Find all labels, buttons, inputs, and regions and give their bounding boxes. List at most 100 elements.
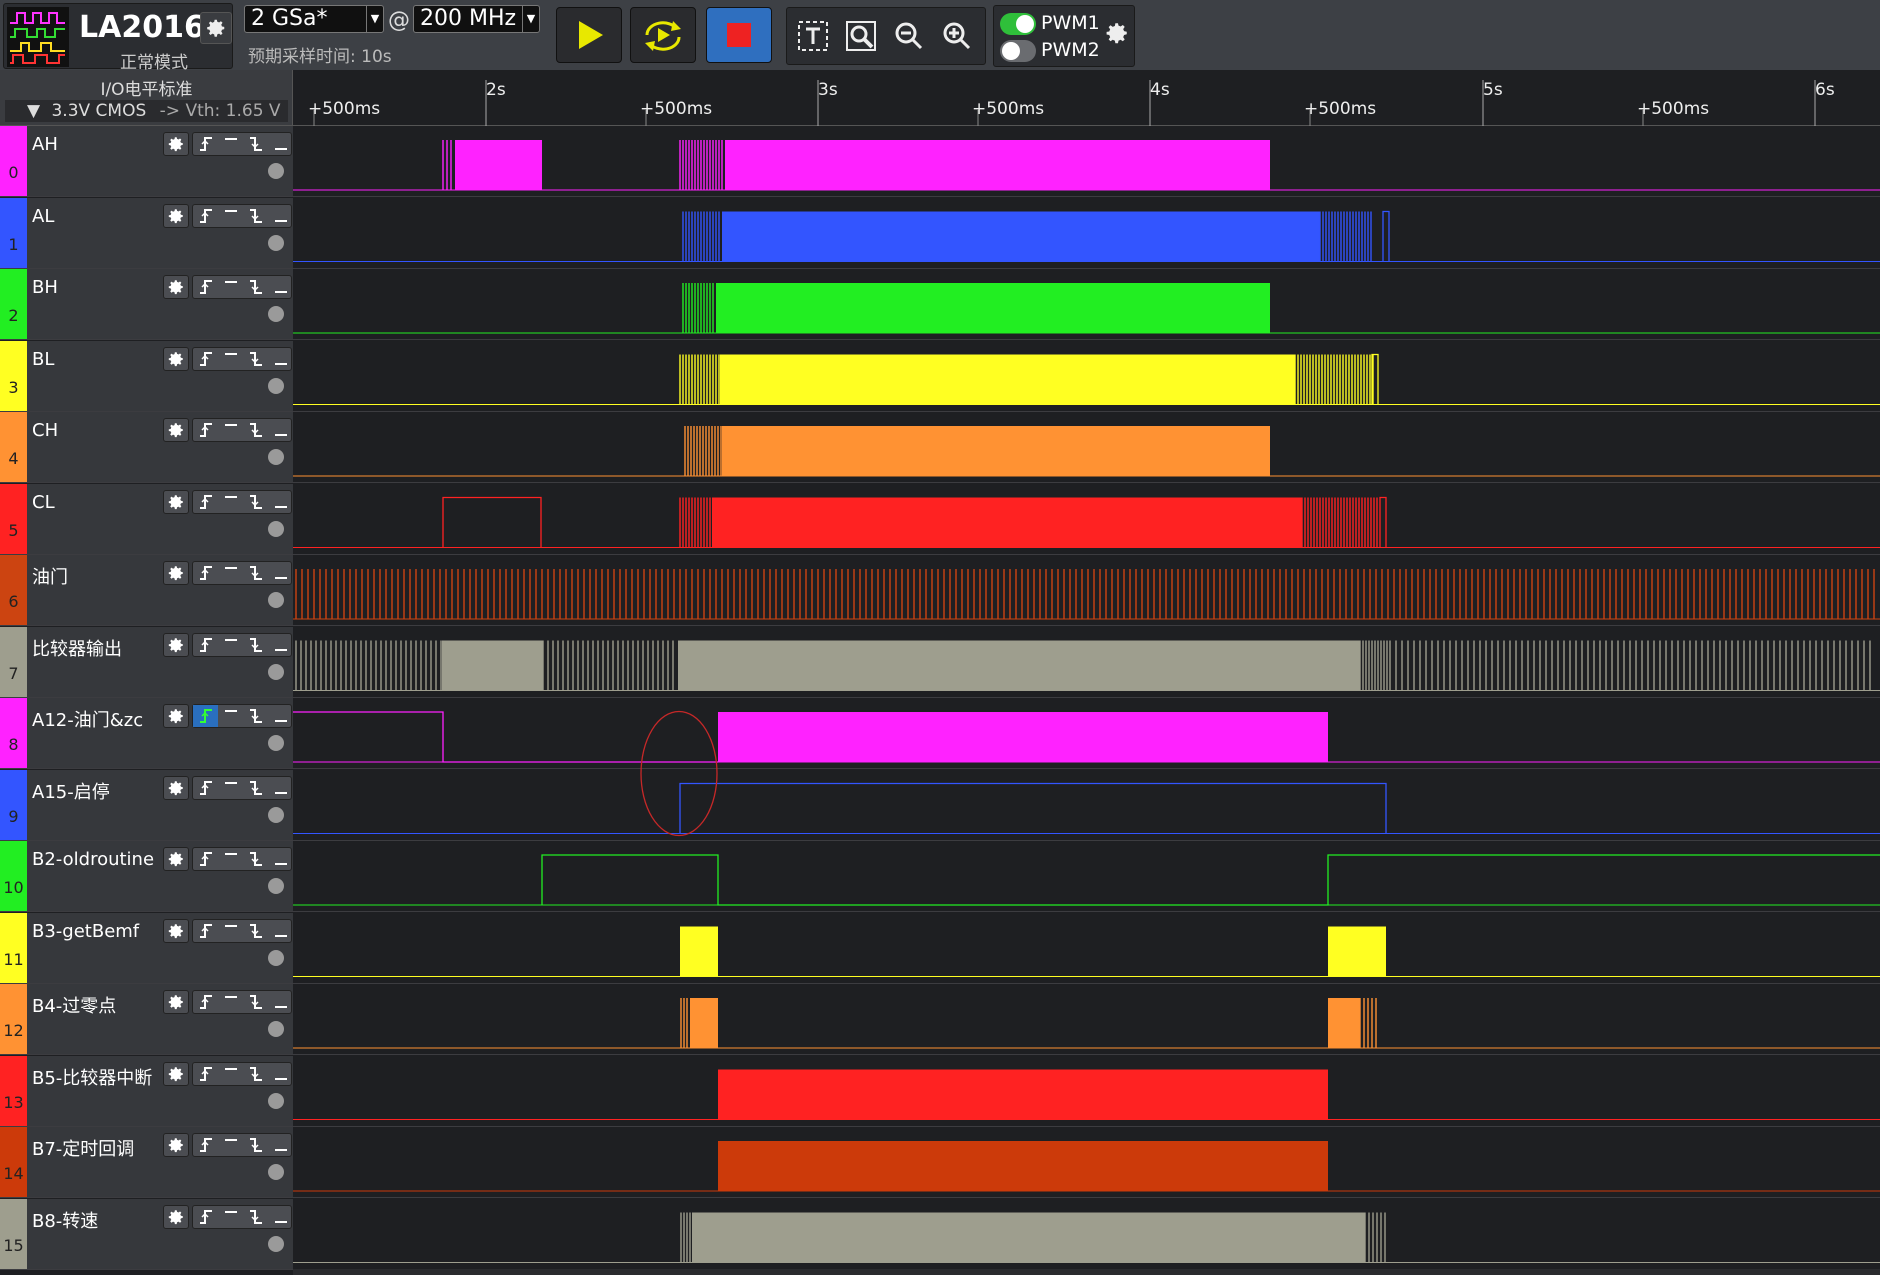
channel-status-dot[interactable] bbox=[268, 1021, 284, 1037]
rising-edge-trigger-icon[interactable] bbox=[193, 920, 218, 942]
low-level-trigger-icon[interactable] bbox=[268, 205, 293, 227]
text-cursor-icon[interactable] bbox=[793, 16, 833, 56]
falling-edge-trigger-icon[interactable] bbox=[243, 991, 268, 1013]
low-level-trigger-icon[interactable] bbox=[268, 133, 293, 155]
channel-name[interactable]: B7-定时回调 bbox=[32, 1135, 134, 1161]
channel-settings-gear-icon[interactable] bbox=[163, 847, 189, 871]
channel-settings-gear-icon[interactable] bbox=[163, 918, 189, 943]
channel-settings-gear-icon[interactable] bbox=[163, 1204, 189, 1229]
falling-edge-trigger-icon[interactable] bbox=[243, 1134, 268, 1156]
low-level-trigger-icon[interactable] bbox=[268, 705, 293, 727]
high-level-trigger-icon[interactable] bbox=[218, 920, 243, 942]
channel-name[interactable]: A15-启停 bbox=[32, 778, 110, 804]
rising-edge-trigger-icon[interactable] bbox=[193, 705, 218, 727]
channel-status-dot[interactable] bbox=[268, 520, 284, 537]
channel-settings-gear-icon[interactable] bbox=[163, 132, 189, 156]
repeat-run-button[interactable] bbox=[630, 7, 696, 63]
io-standard-select[interactable]: ▼ 3.3V CMOS -> Vth: 1.65 V bbox=[5, 100, 288, 122]
falling-edge-trigger-icon[interactable] bbox=[243, 848, 268, 870]
horizontal-scrollbar[interactable] bbox=[293, 1269, 1880, 1275]
pwm1-toggle[interactable] bbox=[1000, 13, 1036, 35]
rising-edge-trigger-icon[interactable] bbox=[193, 491, 218, 513]
rising-edge-trigger-icon[interactable] bbox=[193, 1206, 218, 1228]
low-level-trigger-icon[interactable] bbox=[268, 1206, 293, 1228]
rising-edge-trigger-icon[interactable] bbox=[193, 205, 218, 227]
zoom-area-icon[interactable] bbox=[841, 16, 881, 56]
falling-edge-trigger-icon[interactable] bbox=[243, 133, 268, 155]
channel-name[interactable]: BH bbox=[32, 277, 58, 298]
channel-settings-gear-icon[interactable] bbox=[163, 203, 189, 228]
high-level-trigger-icon[interactable] bbox=[218, 562, 243, 584]
low-level-trigger-icon[interactable] bbox=[268, 848, 293, 870]
falling-edge-trigger-icon[interactable] bbox=[243, 1206, 268, 1228]
channel-name[interactable]: CH bbox=[32, 420, 58, 441]
channel-status-dot[interactable] bbox=[268, 306, 284, 322]
low-level-trigger-icon[interactable] bbox=[268, 419, 293, 441]
high-level-trigger-icon[interactable] bbox=[218, 133, 243, 155]
channel-settings-gear-icon[interactable] bbox=[163, 275, 189, 299]
low-level-trigger-icon[interactable] bbox=[268, 276, 293, 298]
channel-status-dot[interactable] bbox=[268, 949, 284, 966]
rising-edge-trigger-icon[interactable] bbox=[193, 1134, 218, 1156]
rising-edge-trigger-icon[interactable] bbox=[193, 276, 218, 298]
frequency-select[interactable]: 200 MHz ▼ bbox=[413, 5, 540, 33]
channel-name[interactable]: B8-转速 bbox=[32, 1207, 98, 1233]
high-level-trigger-icon[interactable] bbox=[218, 205, 243, 227]
rising-edge-trigger-icon[interactable] bbox=[193, 991, 218, 1013]
channel-settings-gear-icon[interactable] bbox=[163, 1061, 189, 1086]
channel-name[interactable]: 油门 bbox=[32, 563, 68, 589]
rising-edge-trigger-icon[interactable] bbox=[193, 634, 218, 656]
channel-status-dot[interactable] bbox=[268, 592, 284, 608]
channel-settings-gear-icon[interactable] bbox=[163, 346, 189, 371]
channel-status-dot[interactable] bbox=[268, 735, 284, 751]
low-level-trigger-icon[interactable] bbox=[268, 634, 293, 656]
channel-settings-gear-icon[interactable] bbox=[163, 1133, 189, 1157]
rising-edge-trigger-icon[interactable] bbox=[193, 419, 218, 441]
channel-status-dot[interactable] bbox=[268, 878, 284, 894]
falling-edge-trigger-icon[interactable] bbox=[243, 348, 268, 370]
channel-name[interactable]: A12-油门&zc bbox=[32, 706, 143, 732]
high-level-trigger-icon[interactable] bbox=[218, 276, 243, 298]
low-level-trigger-icon[interactable] bbox=[268, 562, 293, 584]
chevron-down-icon[interactable]: ▼ bbox=[366, 6, 383, 32]
channel-name[interactable]: CL bbox=[32, 492, 55, 513]
sample-rate-select[interactable]: 2 GSa* ▼ bbox=[244, 5, 384, 33]
high-level-trigger-icon[interactable] bbox=[218, 419, 243, 441]
high-level-trigger-icon[interactable] bbox=[218, 991, 243, 1013]
channel-name[interactable]: B4-过零点 bbox=[32, 992, 116, 1018]
channel-status-dot[interactable] bbox=[268, 1235, 284, 1252]
low-level-trigger-icon[interactable] bbox=[268, 920, 293, 942]
high-level-trigger-icon[interactable] bbox=[218, 1134, 243, 1156]
high-level-trigger-icon[interactable] bbox=[218, 777, 243, 799]
device-settings-gear-icon[interactable] bbox=[200, 12, 232, 44]
channel-status-dot[interactable] bbox=[268, 663, 284, 680]
channel-settings-gear-icon[interactable] bbox=[163, 489, 189, 514]
falling-edge-trigger-icon[interactable] bbox=[243, 205, 268, 227]
channel-settings-gear-icon[interactable] bbox=[163, 775, 189, 800]
high-level-trigger-icon[interactable] bbox=[218, 1063, 243, 1085]
chevron-down-icon[interactable]: ▼ bbox=[522, 6, 539, 32]
falling-edge-trigger-icon[interactable] bbox=[243, 1063, 268, 1085]
low-level-trigger-icon[interactable] bbox=[268, 348, 293, 370]
pwm-settings-gear-icon[interactable] bbox=[1104, 20, 1130, 50]
high-level-trigger-icon[interactable] bbox=[218, 491, 243, 513]
rising-edge-trigger-icon[interactable] bbox=[193, 133, 218, 155]
channel-name[interactable]: BL bbox=[32, 349, 54, 370]
channel-settings-gear-icon[interactable] bbox=[163, 632, 189, 657]
channel-settings-gear-icon[interactable] bbox=[163, 704, 189, 728]
channel-status-dot[interactable] bbox=[268, 163, 284, 179]
channel-name[interactable]: B5-比较器中断 bbox=[32, 1064, 152, 1090]
stop-button[interactable] bbox=[706, 7, 772, 63]
channel-name[interactable]: B3-getBemf bbox=[32, 921, 139, 942]
zoom-in-icon[interactable] bbox=[937, 16, 977, 56]
falling-edge-trigger-icon[interactable] bbox=[243, 634, 268, 656]
falling-edge-trigger-icon[interactable] bbox=[243, 419, 268, 441]
falling-edge-trigger-icon[interactable] bbox=[243, 562, 268, 584]
falling-edge-trigger-icon[interactable] bbox=[243, 491, 268, 513]
channel-settings-gear-icon[interactable] bbox=[163, 990, 189, 1014]
high-level-trigger-icon[interactable] bbox=[218, 348, 243, 370]
low-level-trigger-icon[interactable] bbox=[268, 1134, 293, 1156]
falling-edge-trigger-icon[interactable] bbox=[243, 705, 268, 727]
pwm2-toggle[interactable] bbox=[1000, 40, 1036, 62]
rising-edge-trigger-icon[interactable] bbox=[193, 1063, 218, 1085]
